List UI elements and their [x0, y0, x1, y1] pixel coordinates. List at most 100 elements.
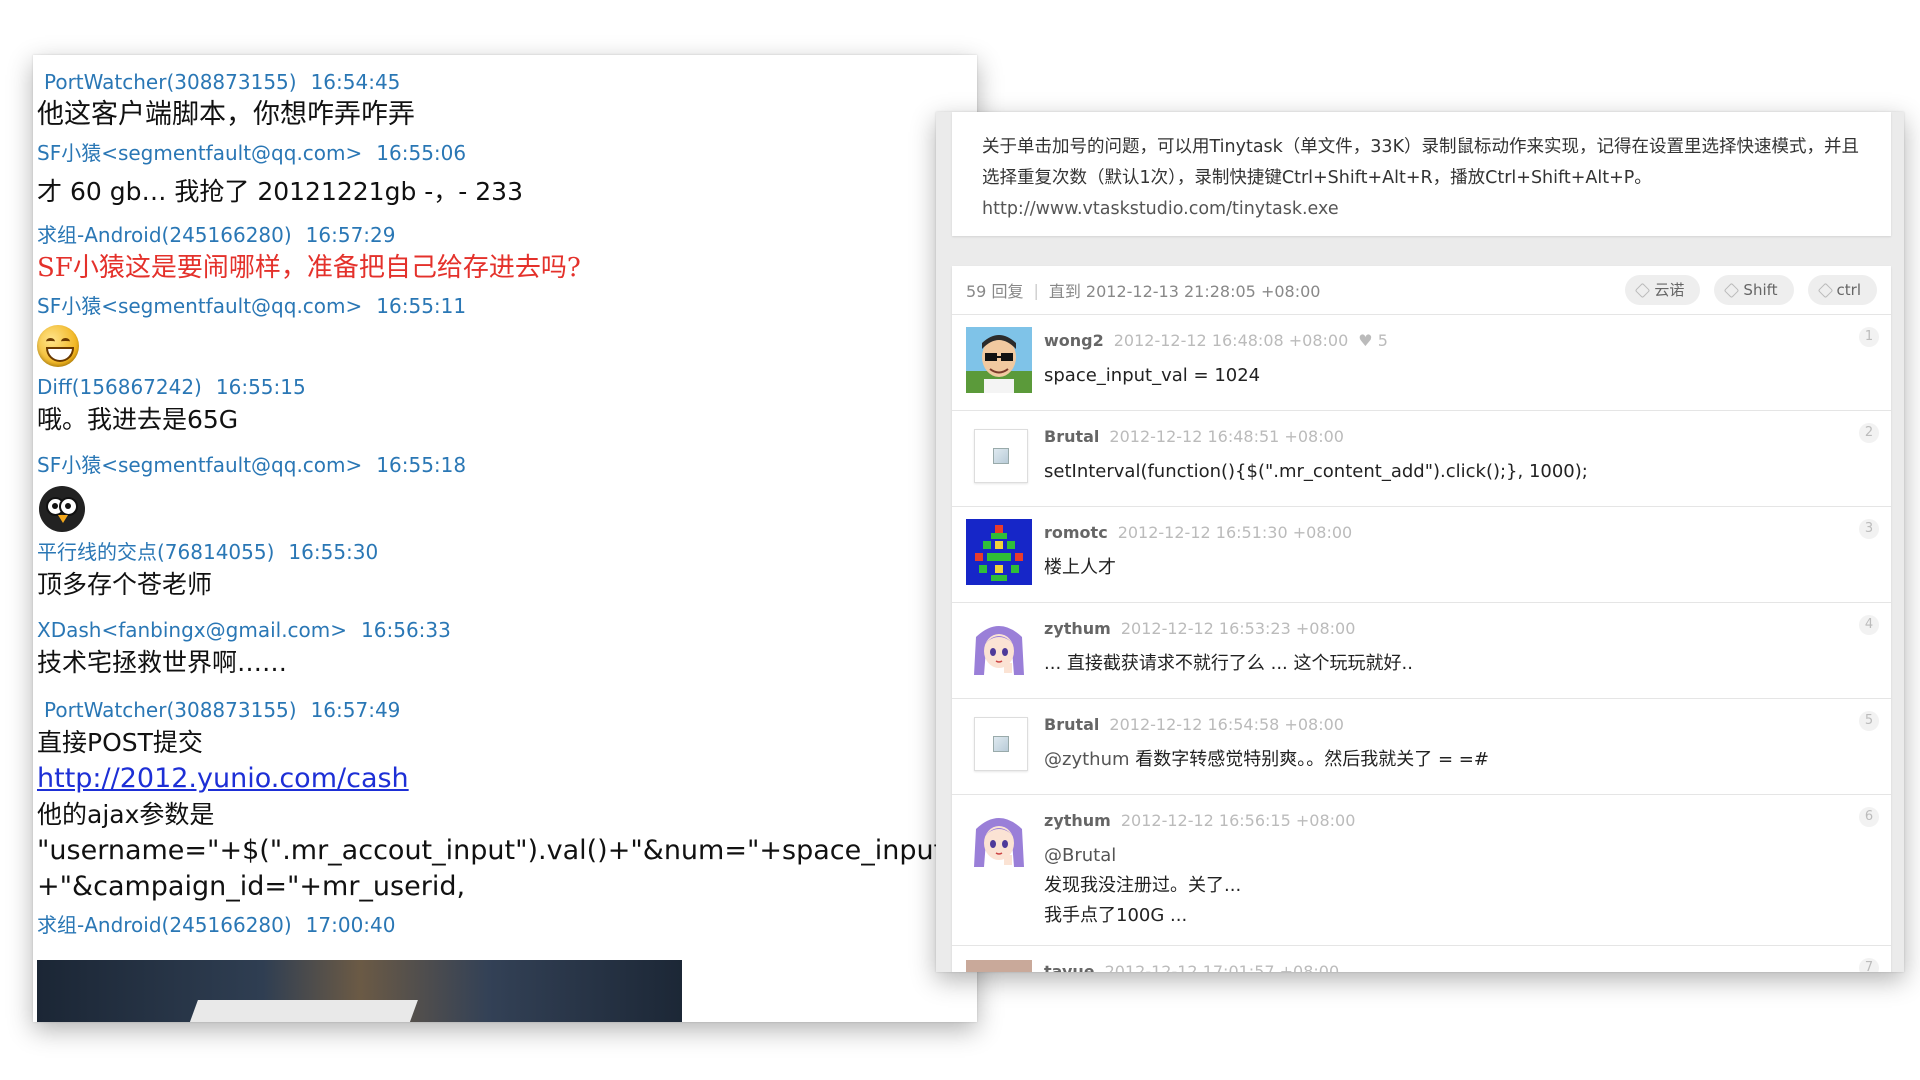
- message-text: 技术宅拯救世界啊……: [37, 648, 288, 677]
- reply-body-text: 看数字转感觉特别爽。。然后我就关了 = =#: [1129, 749, 1489, 770]
- avatar[interactable]: [966, 960, 1032, 972]
- broken-image-icon: [993, 448, 1009, 464]
- message-time: 16:55:06: [376, 141, 467, 165]
- mention-link[interactable]: @zythum: [1044, 749, 1130, 770]
- post-content-card: 关于单击加号的问题，可以用Tinytask（单文件，33K）录制鼠标动作来实现，…: [952, 112, 1891, 236]
- message-text: 直接POST提交: [37, 728, 203, 757]
- message-time: 16:55:11: [376, 294, 467, 318]
- message-text: 他这客户端脚本，你想咋弄咋弄: [37, 99, 415, 130]
- reply-item: zythum 2012-12-12 16:53:23 +08:00 ... 直接截…: [952, 603, 1891, 699]
- avatar[interactable]: [966, 519, 1032, 585]
- avatar[interactable]: [966, 807, 1032, 873]
- reply-body: setInterval(function(){$(".mr_content_ad…: [1044, 461, 1588, 482]
- message-text: 顶多存个苍老师: [37, 570, 213, 599]
- reply-author[interactable]: wong2: [1044, 331, 1104, 350]
- reply-item: romotc 2012-12-12 16:51:30 +08:00 楼上人才 3: [952, 507, 1891, 603]
- chat-message-header: XDash<fanbingx@gmail.com> 16:56:33: [37, 615, 973, 645]
- yunio-cash-link[interactable]: http://2012.yunio.com/cash: [37, 761, 973, 797]
- tag-label: 云诺: [1654, 281, 1685, 299]
- message-text: 才 60 gb… 我抢了 20121221gb -，- 233: [37, 177, 523, 206]
- reply-author[interactable]: zythum: [1044, 619, 1111, 638]
- tag-icon: [1724, 282, 1740, 298]
- tinytask-download-link[interactable]: http://www.vtaskstudio.com/tinytask.exe: [982, 194, 1861, 225]
- header-separator: |: [1033, 280, 1039, 300]
- reply-count: 59 回复: [966, 282, 1024, 301]
- reply-body-line: 我手点了100G ...: [1044, 905, 1188, 926]
- mention-link[interactable]: @Brutal: [1044, 841, 1241, 871]
- floor-number[interactable]: 4: [1859, 615, 1879, 635]
- reply-author[interactable]: tayue: [1044, 962, 1095, 972]
- sender-name: SF小猿<segmentfault@qq.com>: [37, 141, 363, 165]
- post-text: 关于单击加号的问题，可以用Tinytask（单文件，33K）录制鼠标动作来实现，…: [982, 137, 1860, 188]
- reply-item: zythum 2012-12-12 16:56:15 +08:00 @Brutal…: [952, 795, 1891, 946]
- floor-number[interactable]: 1: [1859, 327, 1879, 347]
- floor-number[interactable]: 3: [1859, 519, 1879, 539]
- reply-item: tayue 2012-12-12 17:01:57 +08:00 7: [952, 946, 1891, 972]
- avatar[interactable]: [966, 615, 1032, 681]
- reply-body: ... 直接截获请求不就行了么 ... 这个玩玩就好..: [1044, 653, 1413, 674]
- chat-image-attachment[interactable]: [37, 960, 682, 1022]
- chat-message: SF小猿<segmentfault@qq.com> 16:55:06 才 60 g…: [37, 138, 973, 210]
- chat-message-header: SF小猿<segmentfault@qq.com> 16:55:18: [37, 450, 973, 480]
- message-time: 16:55:15: [215, 375, 306, 399]
- floor-number[interactable]: 5: [1859, 711, 1879, 731]
- reply-item: Brutal 2012-12-12 16:48:51 +08:00 setInte…: [952, 411, 1891, 507]
- tag-shift[interactable]: Shift: [1714, 275, 1794, 305]
- reply-time: 2012-12-12 16:54:58 +08:00: [1109, 715, 1344, 734]
- sender-name: SF小猿<segmentfault@qq.com>: [37, 453, 363, 477]
- reply-item: Brutal 2012-12-12 16:54:58 +08:00 @zythum…: [952, 699, 1891, 795]
- chat-message-header: PortWatcher(308873155) 16:54:45: [37, 67, 973, 97]
- sender-name: SF小猿<segmentfault@qq.com>: [37, 294, 363, 318]
- reply-time: 2012-12-12 16:51:30 +08:00: [1117, 523, 1353, 542]
- floor-number[interactable]: 2: [1859, 423, 1879, 443]
- message-time: 16:56:33: [361, 618, 451, 642]
- reply-author[interactable]: romotc: [1044, 523, 1108, 542]
- reply-author[interactable]: Brutal: [1044, 715, 1099, 734]
- last-reply-time: 直到 2012-12-13 21:28:05 +08:00: [1048, 282, 1321, 301]
- avatar[interactable]: [966, 327, 1032, 393]
- sender-name: PortWatcher(308873155): [44, 698, 297, 722]
- reply-meta: wong2 2012-12-12 16:48:08 +08:00 ♥ 5: [1044, 331, 1388, 350]
- chat-log-panel: PortWatcher(308873155) 16:54:45 他这客户端脚本，你…: [33, 55, 977, 1022]
- reply-time: 2012-12-12 16:53:23 +08:00: [1120, 619, 1356, 638]
- chat-message-header: Diff(156867242) 16:55:15: [37, 372, 973, 402]
- sender-name: 平行线的交点(76814055): [37, 540, 275, 564]
- sender-name: 求组-Android(245166280): [37, 223, 292, 247]
- floor-number[interactable]: 7: [1859, 958, 1879, 972]
- reply-time: 2012-12-12 17:01:57 +08:00: [1104, 962, 1340, 972]
- floor-number[interactable]: 6: [1859, 807, 1879, 827]
- tag-yunnuo[interactable]: 云诺: [1625, 275, 1701, 305]
- tag-ctrl[interactable]: ctrl: [1807, 275, 1877, 305]
- message-text: 哦。我进去是65G: [37, 405, 239, 434]
- tag-list: 云诺 Shift ctrl: [1625, 275, 1877, 305]
- forum-thread-panel: 关于单击加号的问题，可以用Tinytask（单文件，33K）录制鼠标动作来实现，…: [936, 112, 1904, 972]
- reply-time: 2012-12-12 16:56:15 +08:00: [1120, 811, 1356, 830]
- chat-message: 求组-Android(245166280) 16:57:29 SF小猿这是要闹哪样…: [37, 220, 973, 286]
- reply-author[interactable]: Brutal: [1044, 427, 1099, 446]
- replies-card: 59 回复 | 直到 2012-12-13 21:28:05 +08:00 云诺…: [952, 266, 1891, 972]
- chat-message-header: 求组-Android(245166280) 17:00:40: [37, 910, 973, 940]
- reply-author[interactable]: zythum: [1044, 811, 1111, 830]
- reply-item: wong2 2012-12-12 16:48:08 +08:00 ♥ 5 space…: [952, 315, 1891, 411]
- broken-image-avatar[interactable]: [974, 429, 1028, 483]
- chat-message: XDash<fanbingx@gmail.com> 16:56:33 技术宅拯救世…: [37, 615, 973, 681]
- reply-likes: ♥ 5: [1358, 331, 1388, 350]
- reply-body: space_input_val = 1024: [1044, 365, 1261, 386]
- reply-body: @zythum 看数字转感觉特别爽。。然后我就关了 = =#: [1044, 745, 1489, 775]
- message-text: SF小猿这是要闹哪样，准备把自己给存进去吗?: [37, 253, 581, 283]
- sender-name: Diff(156867242): [37, 375, 202, 399]
- message-time: 16:55:30: [288, 540, 379, 564]
- reply-meta: Brutal 2012-12-12 16:54:58 +08:00: [1044, 715, 1344, 734]
- chat-message: SF小猿<segmentfault@qq.com> 16:55:11: [37, 291, 973, 367]
- chat-message-header: 求组-Android(245166280) 16:57:29: [37, 220, 973, 250]
- reply-meta: zythum 2012-12-12 16:56:15 +08:00: [1044, 811, 1355, 830]
- broken-image-avatar[interactable]: [974, 717, 1028, 771]
- tag-label: ctrl: [1836, 281, 1861, 299]
- message-text: 他的ajax参数是: [37, 800, 215, 829]
- chat-message: PortWatcher(308873155) 16:54:45 他这客户端脚本，你…: [37, 67, 973, 133]
- message-code: "username="+$(".mr_accout_input").val()+…: [37, 835, 977, 866]
- chat-message: SF小猿<segmentfault@qq.com> 16:55:18: [37, 450, 973, 532]
- grin-emoji-icon: [37, 325, 79, 367]
- tag-icon: [1635, 282, 1651, 298]
- reply-body-line: 发现我没注册过。关了...: [1044, 875, 1242, 896]
